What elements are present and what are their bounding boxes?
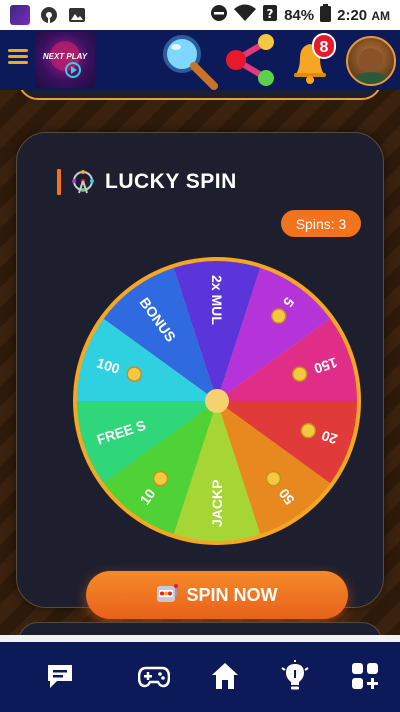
coin-icon bbox=[265, 470, 282, 487]
spins-remaining-badge: Spins: 3 bbox=[281, 210, 361, 237]
wifi-icon bbox=[234, 4, 257, 26]
nav-home-icon[interactable] bbox=[209, 660, 241, 692]
wheel-segment-text: 2x MUL bbox=[209, 275, 225, 325]
wheel-segment-label: JACKP bbox=[209, 480, 225, 527]
battery-icon bbox=[320, 4, 332, 26]
bottom-nav bbox=[0, 642, 400, 712]
ferris-wheel-icon bbox=[71, 170, 95, 194]
clock: 2:20 AM bbox=[337, 7, 390, 24]
next-card bbox=[18, 622, 382, 635]
nav-grid-add-icon[interactable] bbox=[349, 660, 381, 692]
previous-card bbox=[18, 90, 382, 100]
nav-gamepad-icon[interactable] bbox=[138, 660, 170, 692]
app-header: NEXT PLAY 8 bbox=[0, 30, 400, 90]
spin-now-button[interactable]: SPIN NOW bbox=[86, 571, 348, 619]
coin-icon bbox=[152, 470, 169, 487]
dnd-icon bbox=[210, 4, 228, 26]
battery-percent: 84% bbox=[284, 6, 315, 24]
image-icon bbox=[68, 6, 86, 24]
card-title: LUCKY SPIN bbox=[105, 170, 237, 193]
slot-machine-icon bbox=[156, 582, 179, 609]
content-area: LUCKY SPIN Spins: 3 2x MUL 5 150 20 50 JACKP 1… bbox=[0, 90, 400, 635]
card-header: LUCKY SPIN bbox=[57, 169, 237, 195]
signal-unknown-icon: ? bbox=[262, 4, 278, 26]
search-icon[interactable] bbox=[160, 32, 220, 90]
wheel-segment-label: 2x MUL bbox=[209, 275, 225, 325]
wheel-hub bbox=[205, 389, 229, 413]
app-logo[interactable]: NEXT PLAY bbox=[35, 32, 95, 88]
avatar[interactable] bbox=[346, 36, 396, 86]
prize-wheel[interactable]: 2x MUL 51502050JACKP10FREE S100BONUS bbox=[71, 255, 363, 547]
share-network-icon[interactable] bbox=[224, 32, 278, 90]
podcast-icon bbox=[40, 6, 58, 24]
coin-icon bbox=[270, 308, 287, 324]
status-bar: ? 84% 2:20 AM bbox=[0, 0, 400, 30]
coin-icon bbox=[300, 422, 317, 439]
spin-now-label: SPIN NOW bbox=[186, 584, 278, 605]
notification-badge: 8 bbox=[312, 33, 336, 59]
wheel-segment-text: JACKP bbox=[209, 480, 225, 527]
svg-text:?: ? bbox=[267, 7, 274, 21]
lucky-spin-card: LUCKY SPIN Spins: 3 2x MUL 5 150 20 50 JACKP 1… bbox=[16, 132, 384, 619]
nav-lightbulb-icon[interactable] bbox=[279, 660, 311, 692]
title-accent-bar bbox=[57, 169, 61, 195]
app-icon bbox=[10, 5, 30, 25]
nav-chat-icon[interactable] bbox=[44, 660, 76, 692]
coin-icon bbox=[291, 366, 308, 382]
coin-icon bbox=[126, 366, 143, 382]
menu-icon[interactable] bbox=[8, 46, 28, 70]
clock-ampm: AM bbox=[371, 8, 390, 23]
clock-time: 2:20 bbox=[337, 6, 368, 24]
logo-text: NEXT PLAY bbox=[42, 51, 88, 61]
nav-divider bbox=[0, 635, 400, 642]
